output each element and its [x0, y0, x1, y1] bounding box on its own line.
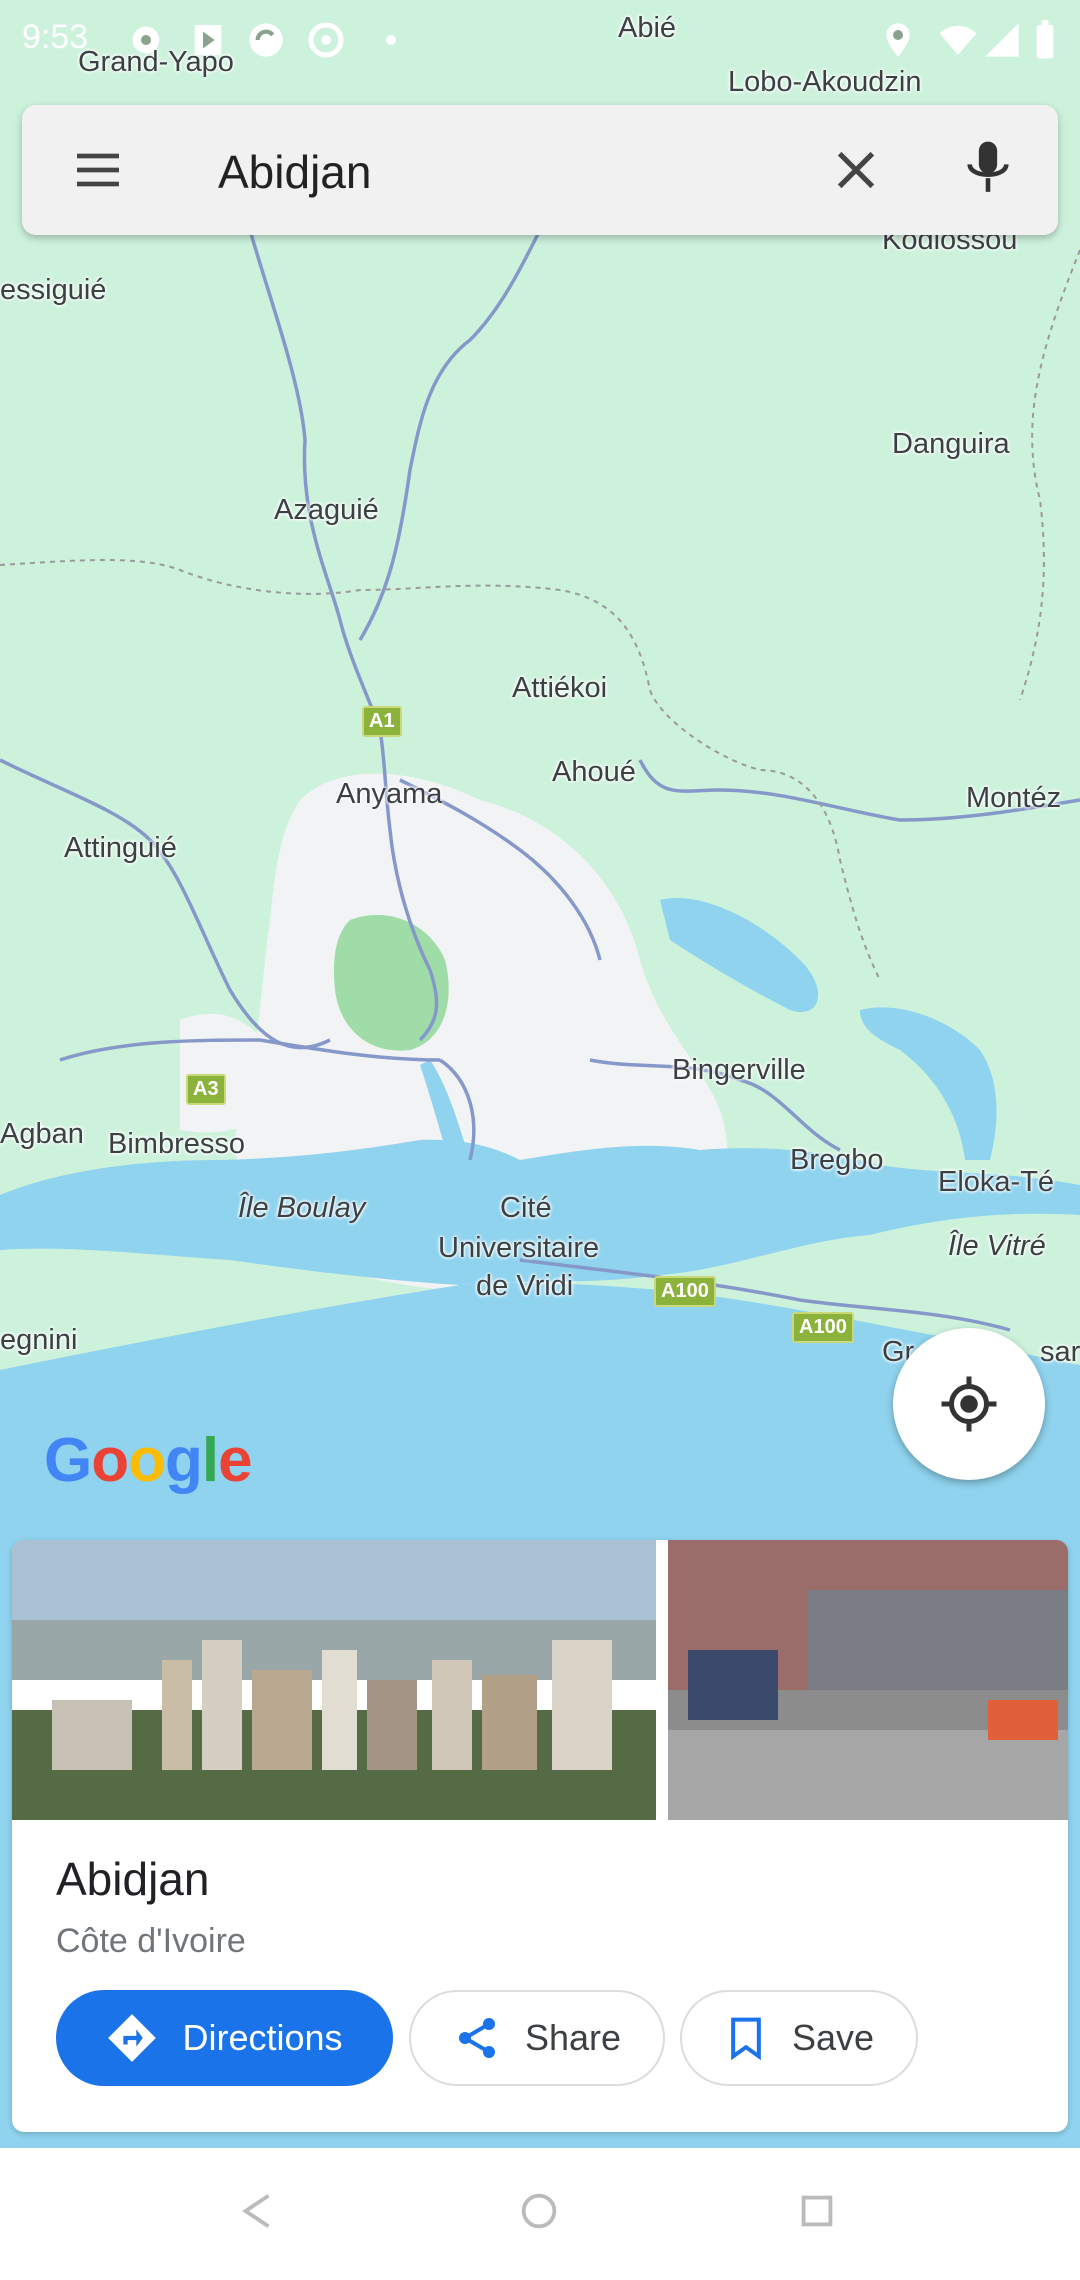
- map-label: Montéz: [966, 782, 1062, 814]
- map-label: Attinguié: [64, 832, 177, 864]
- place-name: Abidjan: [56, 1853, 210, 1905]
- settings-icon: [132, 26, 160, 54]
- map-label: de Vridi: [476, 1270, 574, 1302]
- place-photo[interactable]: [668, 1540, 1068, 1820]
- signal-icon: [985, 23, 1019, 57]
- map-label: Universitaire: [438, 1232, 600, 1264]
- play-icon: [194, 25, 222, 55]
- save-label: Save: [791, 2017, 875, 2058]
- directions-label: Directions: [182, 2017, 343, 2058]
- map-label: Anyama: [336, 778, 443, 810]
- highway-shield: A100: [792, 1312, 854, 1343]
- map-label: essiguié: [0, 274, 107, 306]
- my-location-button[interactable]: [893, 1328, 1045, 1480]
- map-label: sar: [1040, 1336, 1080, 1368]
- battery-icon: [1036, 20, 1054, 59]
- directions-icon: [108, 2014, 157, 2062]
- save-button[interactable]: Save: [680, 1990, 918, 2086]
- map-label: Azaguié: [274, 494, 379, 526]
- directions-button[interactable]: Directions: [56, 1990, 393, 2086]
- map-label: Ahoué: [552, 756, 636, 788]
- highway-shield: A3: [186, 1074, 226, 1105]
- location-icon: [886, 23, 910, 57]
- share-label: Share: [524, 2017, 622, 2058]
- map-label: egnini: [0, 1324, 78, 1356]
- map-label: Bregbo: [790, 1144, 884, 1176]
- recents-icon[interactable]: [794, 2188, 840, 2234]
- map-label: Danguira: [892, 428, 1010, 460]
- map-label: Bimbresso: [108, 1128, 245, 1160]
- sync-icon: [249, 23, 283, 57]
- home-icon[interactable]: [516, 2188, 562, 2234]
- wifi-icon: [939, 25, 977, 55]
- bookmark-icon: [731, 2017, 761, 2061]
- map-label: Cité: [500, 1192, 552, 1224]
- place-photo[interactable]: [12, 1540, 656, 1820]
- mic-icon[interactable]: [960, 137, 1016, 201]
- map-label: Agban: [0, 1118, 84, 1150]
- system-nav-bar: [0, 2148, 1080, 2280]
- map-label: Bingerville: [672, 1054, 806, 1086]
- highway-shield: A1: [362, 706, 402, 737]
- highway-shield: A100: [654, 1276, 716, 1307]
- at-icon: [308, 22, 344, 58]
- back-icon[interactable]: [234, 2188, 280, 2234]
- share-button[interactable]: Share: [409, 1990, 665, 2086]
- search-input[interactable]: Abidjan: [218, 145, 371, 199]
- status-time: 9:53: [22, 18, 89, 56]
- crosshair-icon: [941, 1376, 997, 1432]
- place-card[interactable]: Abidjan Côte d'Ivoire Directions Share S…: [12, 1540, 1068, 2132]
- place-subtitle: Côte d'Ivoire: [56, 1922, 246, 1960]
- map-label: Île Vitré: [948, 1230, 1046, 1262]
- close-icon[interactable]: [828, 142, 884, 198]
- share-icon: [458, 2018, 495, 2058]
- menu-icon[interactable]: [70, 142, 126, 198]
- search-bar[interactable]: Abidjan: [22, 105, 1058, 235]
- google-logo: Google: [44, 1426, 253, 1495]
- map-label: Île Boulay: [238, 1192, 366, 1224]
- dot-icon: [386, 35, 396, 45]
- map-label: Eloka-Té: [938, 1166, 1055, 1198]
- map-label: Attiékoi: [512, 672, 608, 704]
- status-bar: 9:53: [0, 0, 1080, 84]
